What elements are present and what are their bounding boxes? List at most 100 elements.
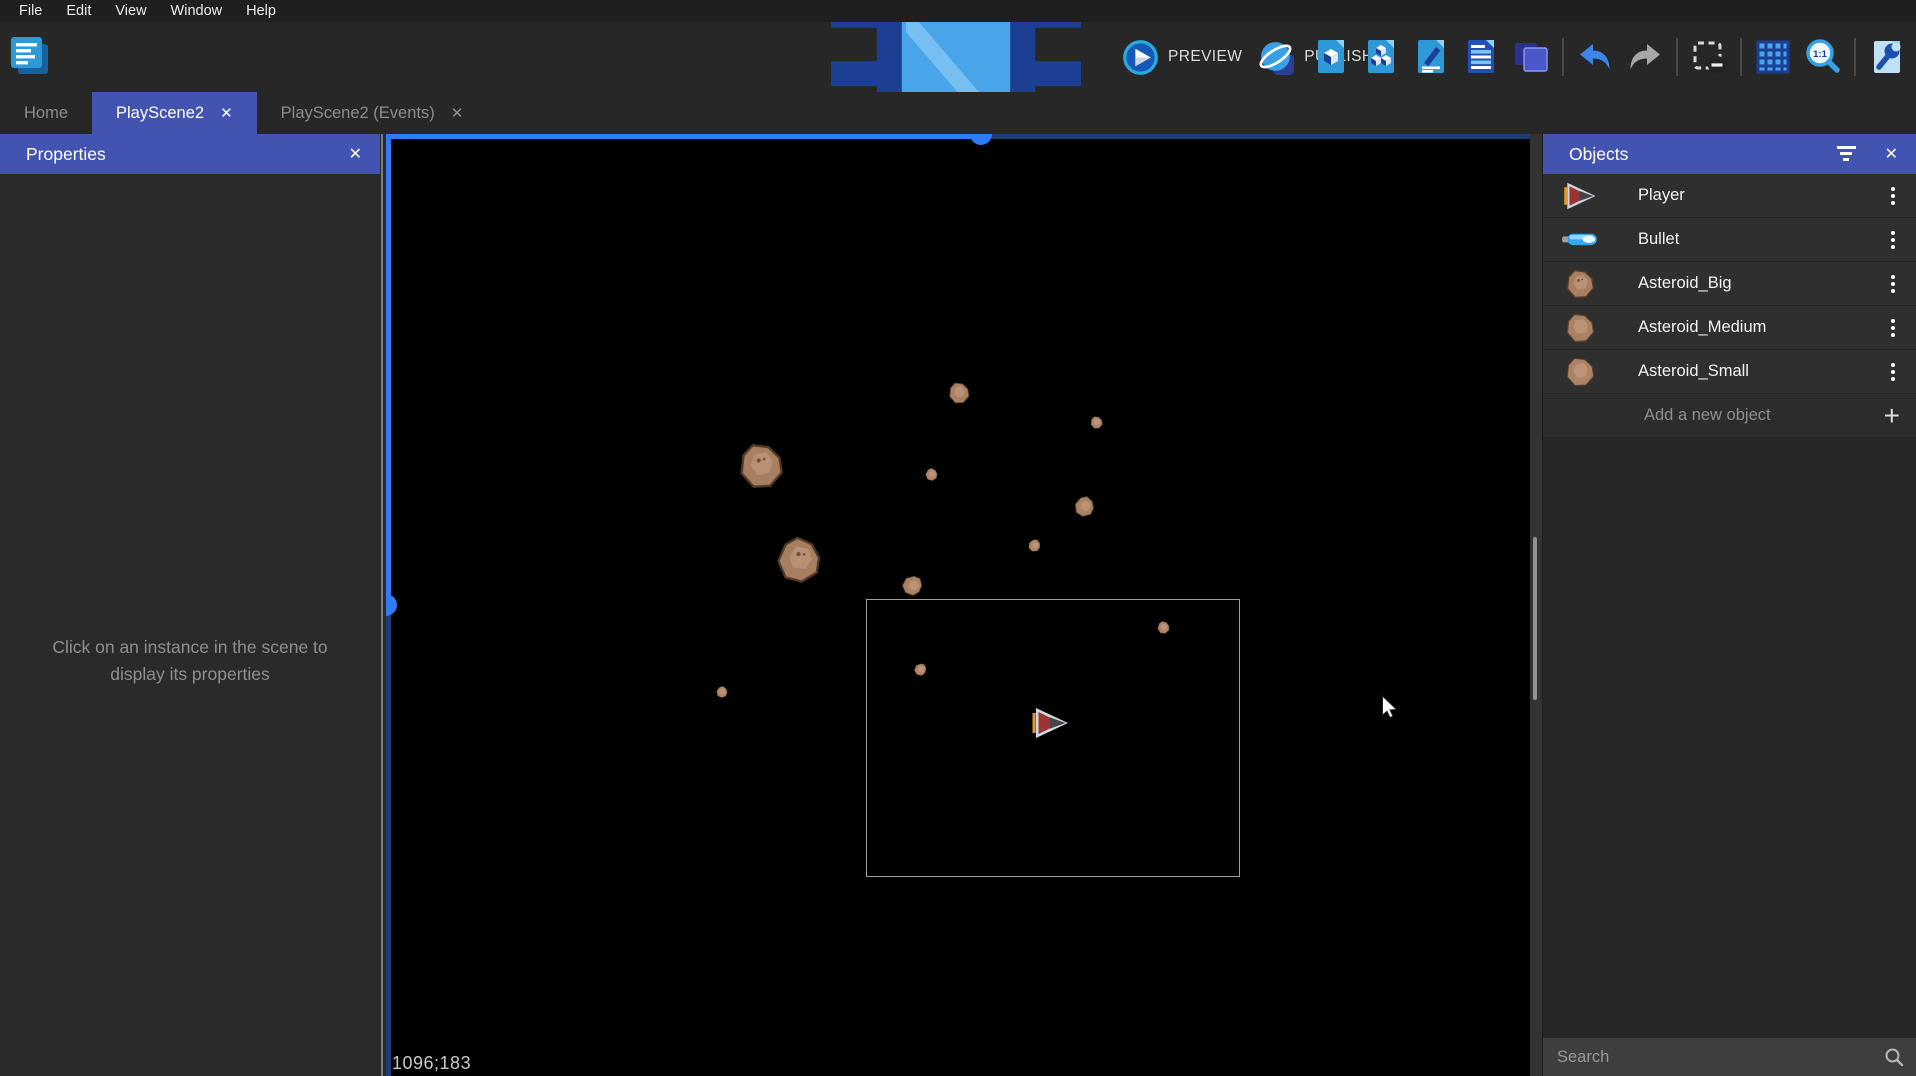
scene-canvas[interactable]: 1096;183 xyxy=(386,134,1530,1076)
right-splitter-strip[interactable] xyxy=(1530,134,1542,1076)
toolbar-divider xyxy=(1676,38,1678,76)
canvas-vertical-scrollbar-thumb[interactable] xyxy=(1533,537,1537,700)
instance-asteroid-medium[interactable] xyxy=(948,382,970,404)
tab-close-icon[interactable] xyxy=(451,106,464,121)
scene-settings-icon[interactable] xyxy=(1868,38,1906,76)
tab-label: Home xyxy=(24,104,68,123)
tab-bar: Home PlayScene2 PlayScene2 (Events) xyxy=(0,92,1916,134)
menu-item[interactable]: File xyxy=(7,0,54,22)
tab-close-icon[interactable] xyxy=(220,106,233,121)
objects-header: Objects xyxy=(1543,134,1916,174)
object-row[interactable]: Asteroid_Medium xyxy=(1543,306,1916,350)
object-name: Player xyxy=(1638,186,1685,205)
objects-panel: Objects Player Bullet xyxy=(1542,134,1916,1076)
object-thumbnail-icon xyxy=(1561,224,1599,256)
undo-icon[interactable] xyxy=(1576,38,1614,76)
object-thumbnail-icon xyxy=(1561,312,1599,344)
instance-player-ship[interactable] xyxy=(1030,706,1070,740)
object-name: Bullet xyxy=(1638,230,1679,249)
properties-placeholder-text: Click on an instance in the scene to dis… xyxy=(30,634,350,688)
toolbar-divider xyxy=(1740,38,1742,76)
toolbar-center: PREVIEW PUBLISH xyxy=(806,22,1373,92)
vertical-scroll-line-rest[interactable] xyxy=(386,605,391,1076)
search-icon xyxy=(1884,1047,1904,1067)
tab[interactable]: PlayScene2 xyxy=(92,92,257,134)
menu-item[interactable]: Window xyxy=(159,0,235,22)
kebab-menu-icon[interactable] xyxy=(1886,273,1900,295)
toolbar: PREVIEW PUBLISH xyxy=(0,22,1916,92)
objects-panel-filler xyxy=(1543,438,1916,1038)
layers-icon[interactable] xyxy=(1512,38,1550,76)
tab[interactable]: Home xyxy=(0,92,92,134)
instance-asteroid-small[interactable] xyxy=(1155,619,1170,634)
preview-play-icon xyxy=(1122,39,1159,76)
object-thumbnail-icon xyxy=(1561,268,1599,300)
mouse-cursor-icon xyxy=(1381,695,1398,719)
gdevelop-logo[interactable] xyxy=(8,34,52,78)
toolbar-divider xyxy=(1562,38,1564,76)
kebab-menu-icon[interactable] xyxy=(1886,361,1900,383)
kebab-menu-icon[interactable] xyxy=(1886,229,1900,251)
menu-item[interactable]: View xyxy=(103,0,158,22)
redo-icon[interactable] xyxy=(1626,38,1664,76)
menu-bar: File Edit View Window Help xyxy=(0,0,1916,22)
properties-header: Properties xyxy=(0,134,380,174)
object-name: Asteroid_Big xyxy=(1638,274,1732,293)
menu-item[interactable]: Help xyxy=(234,0,288,22)
main-area: Properties Click on an instance in the s… xyxy=(0,134,1916,1076)
instance-asteroid-big[interactable] xyxy=(770,531,828,589)
toolbar-right: 1:1 xyxy=(1312,22,1906,92)
object-row[interactable]: Asteroid_Small xyxy=(1543,350,1916,394)
grid-icon[interactable] xyxy=(1754,38,1792,76)
close-icon[interactable] xyxy=(349,134,362,174)
tab-label: PlayScene2 (Events) xyxy=(281,104,435,123)
object-row[interactable]: Player xyxy=(1543,174,1916,218)
kebab-menu-icon[interactable] xyxy=(1886,317,1900,339)
instances-list-icon[interactable] xyxy=(1462,38,1500,76)
vertical-scroll-line[interactable] xyxy=(386,134,391,605)
plus-icon[interactable] xyxy=(1884,402,1900,430)
filter-icon[interactable] xyxy=(1836,146,1856,162)
add-object-row[interactable]: Add a new object xyxy=(1543,394,1916,438)
tab-label: PlayScene2 xyxy=(116,104,204,123)
toolbar-divider xyxy=(1854,38,1856,76)
objects-search-input[interactable] xyxy=(1543,1048,1916,1067)
instance-asteroid-big[interactable] xyxy=(738,443,784,489)
menu-item[interactable]: Edit xyxy=(54,0,103,22)
objects-list: Player Bullet Asteroid_Big As xyxy=(1543,174,1916,394)
publish-icon xyxy=(1258,39,1295,76)
preview-button[interactable]: PREVIEW xyxy=(1122,39,1242,76)
instance-asteroid-small[interactable] xyxy=(923,466,940,483)
object-name: Asteroid_Medium xyxy=(1638,318,1766,337)
objects-search-bar xyxy=(1543,1038,1916,1076)
preview-label: PREVIEW xyxy=(1168,48,1242,66)
object-groups-icon[interactable] xyxy=(1362,38,1400,76)
instance-asteroid-small[interactable] xyxy=(714,684,730,700)
properties-title: Properties xyxy=(26,144,106,165)
properties-body: Click on an instance in the scene to dis… xyxy=(0,174,380,1076)
clear-selection-icon[interactable] xyxy=(1690,38,1728,76)
object-thumbnail-icon xyxy=(1561,180,1599,212)
tab[interactable]: PlayScene2 (Events) xyxy=(257,92,488,134)
objects-title: Objects xyxy=(1569,144,1628,165)
horizontal-scroll-line-rest[interactable] xyxy=(981,134,1530,139)
object-row[interactable]: Asteroid_Big xyxy=(1543,262,1916,306)
svg-text:1:1: 1:1 xyxy=(1813,49,1827,60)
objects-editor-icon[interactable] xyxy=(1312,38,1350,76)
vertical-scroll-handle[interactable] xyxy=(386,594,397,616)
cursor-coordinates: 1096;183 xyxy=(392,1053,471,1074)
instance-asteroid-medium[interactable] xyxy=(1069,491,1098,520)
instance-asteroid-medium[interactable] xyxy=(899,572,926,599)
scene-edit-icon[interactable] xyxy=(1412,38,1450,76)
instance-asteroid-small[interactable] xyxy=(1090,416,1103,429)
properties-panel: Properties Click on an instance in the s… xyxy=(0,134,380,1076)
horizontal-scroll-handle[interactable] xyxy=(970,134,992,145)
zoom-1to1-icon[interactable]: 1:1 xyxy=(1804,38,1842,76)
horizontal-scroll-line[interactable] xyxy=(386,134,981,139)
add-object-label: Add a new object xyxy=(1644,406,1771,425)
instance-asteroid-small[interactable] xyxy=(1025,536,1043,554)
object-thumbnail-icon xyxy=(1561,356,1599,388)
close-icon[interactable] xyxy=(1885,134,1898,174)
kebab-menu-icon[interactable] xyxy=(1886,185,1900,207)
object-row[interactable]: Bullet xyxy=(1543,218,1916,262)
